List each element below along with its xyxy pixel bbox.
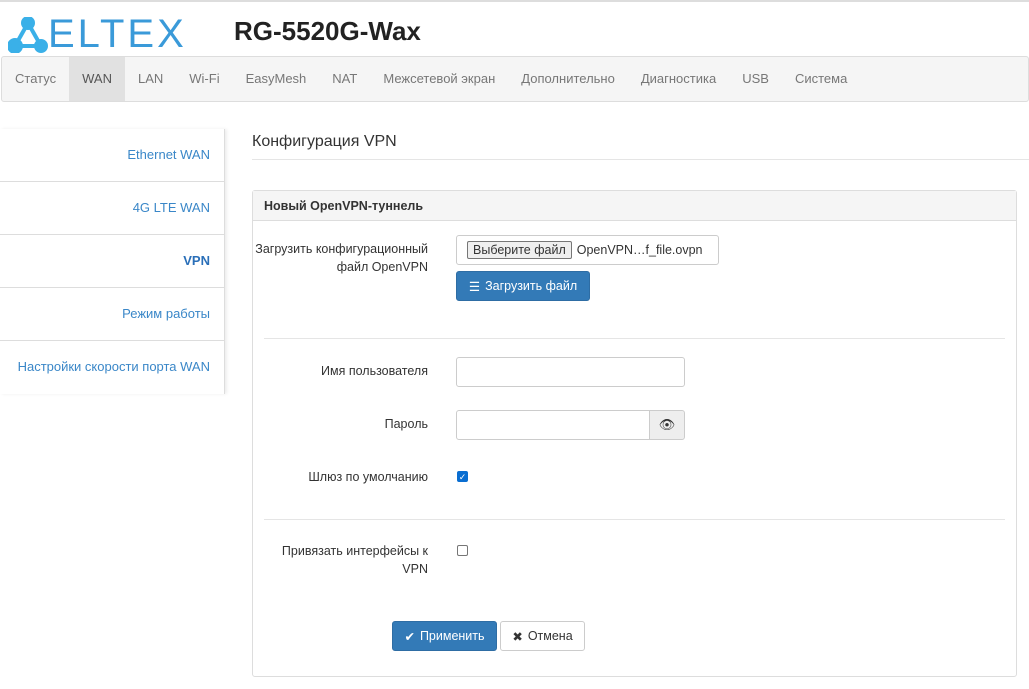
file-name: OpenVPN…f_file.ovpn — [576, 243, 703, 257]
sidebar-item[interactable]: Настройки скорости порта WAN — [0, 341, 224, 394]
default-gateway-label: Шлюз по умолчанию — [308, 470, 428, 484]
nav-tab[interactable]: USB — [729, 57, 782, 101]
openvpn-panel: Новый OpenVPN-туннель Загрузить конфигур… — [252, 190, 1017, 677]
username-input[interactable] — [456, 357, 685, 387]
cancel-button[interactable]: ✖ Отмена — [500, 621, 585, 651]
nav-tab[interactable]: Wi-Fi — [176, 57, 232, 101]
upload-label: Загрузить конфигурационный файл OpenVPN — [255, 242, 428, 274]
sidebar-item[interactable]: Ethernet WAN — [0, 129, 224, 182]
upload-file-button[interactable]: ☰ Загрузить файл — [456, 271, 590, 301]
upload-icon: ☰ — [468, 279, 481, 294]
file-input[interactable]: Выберите файл OpenVPN…f_file.ovpn — [456, 235, 719, 265]
header: ELTEX RG-5520G-Wax — [0, 2, 1029, 56]
password-label: Пароль — [384, 417, 428, 431]
default-gateway-checkbox[interactable]: ✓ — [457, 471, 468, 482]
nav-tab[interactable]: EasyMesh — [233, 57, 320, 101]
panel-title: Новый OpenVPN-туннель — [253, 191, 1016, 221]
check-icon: ✔ — [404, 629, 415, 644]
nav-tab[interactable]: Диагностика — [628, 57, 729, 101]
bind-interfaces-label: Привязать интерфейсы к VPN — [281, 544, 428, 576]
choose-file-button[interactable]: Выберите файл — [467, 241, 572, 259]
bind-interfaces-checkbox[interactable] — [457, 545, 468, 556]
show-password-button[interactable]: 👁 — [649, 410, 685, 440]
apply-button[interactable]: ✔ Применить — [392, 621, 497, 651]
main-content: Конфигурация VPN Новый OpenVPN-туннель З… — [252, 128, 1029, 677]
password-input[interactable] — [456, 410, 650, 440]
sidebar: Ethernet WAN 4G LTE WAN VPN Режим работы Нас… — [0, 129, 225, 394]
nav-tab[interactable]: LAN — [125, 57, 176, 101]
divider — [264, 338, 1005, 339]
logo-icon — [8, 16, 48, 53]
nav-tab[interactable]: NAT — [319, 57, 370, 101]
nav-tab[interactable]: WAN — [69, 57, 125, 101]
page-title: Конфигурация VPN — [252, 128, 1029, 160]
sidebar-item[interactable]: 4G LTE WAN — [0, 182, 224, 235]
nav-tab[interactable]: Дополнительно — [508, 57, 628, 101]
sidebar-item[interactable]: VPN — [0, 235, 224, 288]
nav-tab[interactable]: Межсетевой экран — [370, 57, 508, 101]
sidebar-item[interactable]: Режим работы — [0, 288, 224, 341]
nav-tab[interactable]: Статус — [2, 57, 69, 101]
divider — [264, 519, 1005, 520]
eye-icon: 👁 — [658, 417, 676, 432]
device-title: RG-5520G-Wax — [234, 16, 421, 46]
username-label: Имя пользователя — [321, 364, 428, 378]
top-nav: Статус WAN LAN Wi-Fi EasyMesh NAT Межсетевой э… — [1, 56, 1029, 102]
eltex-logo: ELTEX — [8, 12, 187, 57]
close-icon: ✖ — [512, 629, 523, 644]
nav-tab[interactable]: Система — [782, 57, 860, 101]
